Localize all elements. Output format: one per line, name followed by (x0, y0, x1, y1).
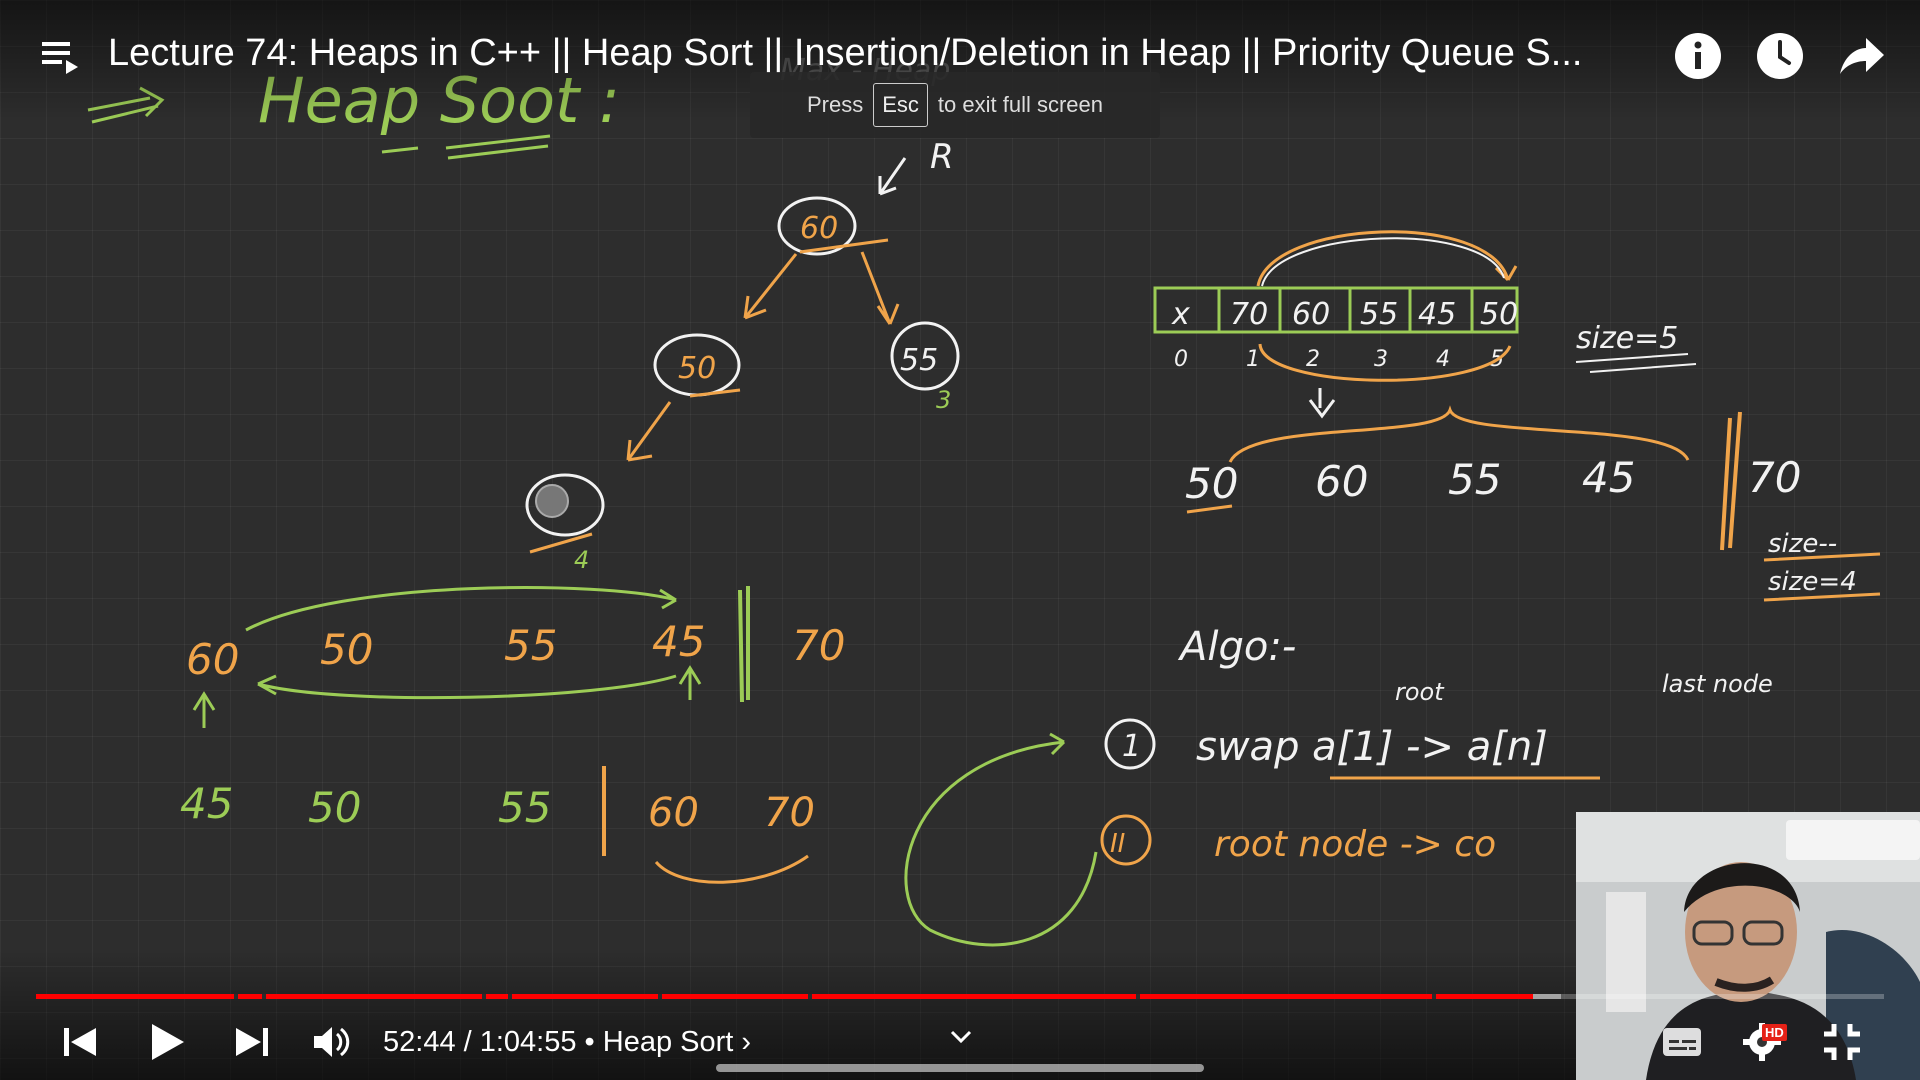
seq2-item-3: 45 (652, 617, 705, 666)
seq2-sorted: 70 (792, 621, 845, 670)
algo-step2-number: II (1110, 829, 1125, 859)
seq3-item-2: 55 (498, 783, 551, 832)
captions-icon[interactable] (1660, 1020, 1704, 1064)
array-size-note: size=5 (1576, 321, 1678, 356)
tree-right: 55 (900, 343, 938, 378)
seq2-item-2: 55 (504, 621, 557, 670)
algo-heading: Algo:- (1177, 624, 1296, 670)
seq3-sorted-0: 60 (648, 790, 699, 836)
array-index-0: 0 (1174, 347, 1188, 372)
algo-step1-number: 1 (1122, 729, 1141, 764)
algo-step1: swap a[1] -> a[n] (1196, 724, 1548, 770)
array-cell-4: 45 (1418, 297, 1456, 332)
algo-step2: root node -> co (1214, 824, 1496, 865)
clock-icon[interactable] (1754, 30, 1806, 82)
video-title[interactable]: Lecture 74: Heaps in C++ || Heap Sort ||… (108, 28, 1648, 78)
seq1-item-1: 60 (1315, 457, 1368, 506)
array-index-2: 2 (1306, 347, 1320, 372)
algo-note-root: root (1395, 678, 1445, 706)
seq1-sorted: 70 (1748, 453, 1801, 502)
seq2-item-1: 50 (320, 625, 373, 674)
chevron-down-icon[interactable] (946, 1022, 976, 1052)
array-index-4: 4 (1436, 347, 1450, 372)
chapter-marker (482, 994, 486, 999)
seq1-item-2: 55 (1448, 455, 1501, 504)
array-cell-5: 50 (1480, 297, 1518, 332)
chapter-marker (262, 994, 266, 999)
tree-leaf-index: 4 (574, 546, 589, 574)
seq1-note-1: size=4 (1768, 567, 1857, 597)
time-and-chapter[interactable]: 52:44 / 1:04:55 • Heap Sort › (383, 1020, 751, 1064)
algo-note-last-node: last node (1662, 670, 1773, 698)
info-icon[interactable] (1672, 30, 1724, 82)
exit-fullscreen-icon[interactable] (1820, 1020, 1864, 1064)
playlist-icon[interactable] (40, 36, 80, 76)
chapter-marker (1432, 994, 1436, 999)
tree-pointer: R (930, 137, 954, 177)
chapter-marker (234, 994, 238, 999)
chapter-marker (658, 994, 662, 999)
hint-rest: to exit full screen (937, 92, 1103, 117)
seq1-note-0: size-- (1768, 529, 1837, 559)
hd-badge: HD (1762, 1024, 1787, 1041)
progress-bar[interactable] (36, 994, 1884, 999)
hint-esc-key: Esc (873, 83, 928, 127)
seq3-item-0: 45 (180, 779, 233, 828)
tree-left: 50 (678, 351, 716, 386)
previous-icon[interactable] (58, 1020, 102, 1064)
share-icon[interactable] (1836, 30, 1888, 82)
progress-played (36, 994, 1533, 999)
seq3-item-1: 50 (308, 783, 361, 832)
tree-root: 60 (800, 211, 838, 246)
array-cell-2: 60 (1292, 297, 1330, 332)
seq1-item-0: 50 (1185, 459, 1238, 508)
array-cell-1: 70 (1230, 297, 1268, 332)
chapter-marker (1136, 994, 1140, 999)
fullscreen-hint: Press Esc to exit full screen (750, 72, 1160, 138)
play-icon[interactable] (144, 1020, 188, 1064)
volume-icon[interactable] (310, 1020, 354, 1064)
array-cell-3: 55 (1360, 297, 1398, 332)
chapter-marker (508, 994, 512, 999)
array-cell-0: x (1171, 297, 1190, 332)
tree-right-index: 3 (936, 386, 951, 414)
video-player[interactable]: Heap Soot : Max - Heap 60 R 50 55 3 4 x (0, 0, 1920, 1080)
hint-press: Press (806, 92, 864, 117)
seq2-item-0: 60 (186, 635, 239, 684)
array-index-1: 1 (1246, 347, 1260, 372)
seq3-sorted-1: 70 (764, 790, 815, 836)
array-index-3: 3 (1374, 347, 1388, 372)
next-icon[interactable] (230, 1020, 274, 1064)
scroll-handle[interactable] (716, 1064, 1204, 1072)
seq1-item-3: 45 (1582, 453, 1635, 502)
chapter-marker (808, 994, 812, 999)
